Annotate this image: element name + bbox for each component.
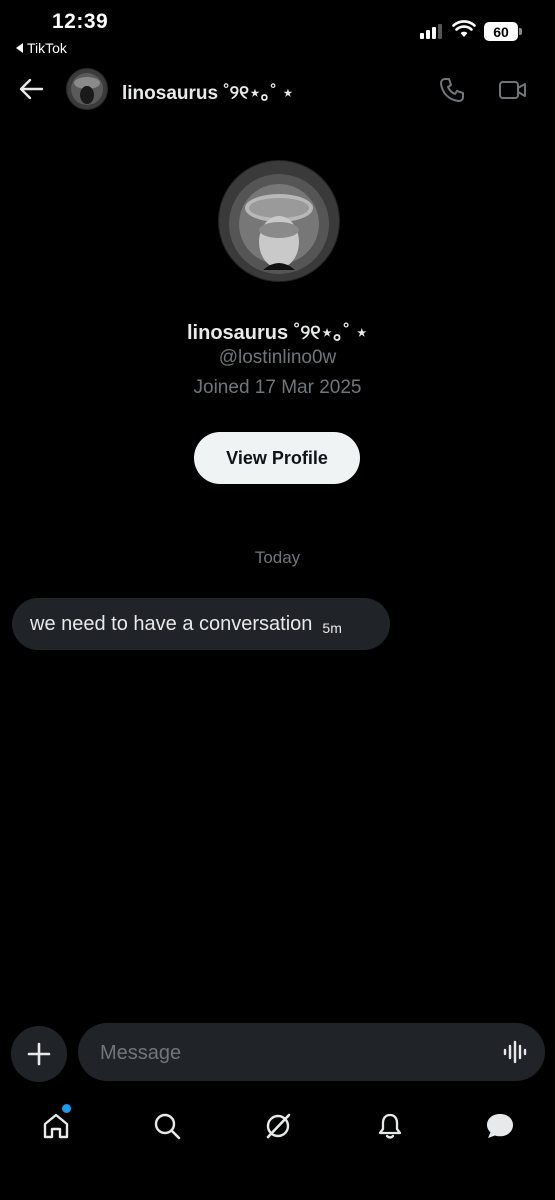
messages-icon [487, 1114, 513, 1138]
message-composer [78, 1023, 545, 1083]
battery-indicator: 60 [484, 22, 518, 41]
status-time: 12:39 [52, 10, 109, 33]
nav-grok-tab[interactable] [258, 1106, 298, 1146]
wifi-icon [452, 20, 476, 43]
view-profile-button[interactable]: View Profile [194, 432, 360, 484]
grok-icon [266, 1113, 291, 1139]
battery-level: 60 [493, 23, 509, 40]
header-username[interactable]: linosaurus ˚୨୧⋆｡˚ ⋆ [122, 78, 294, 105]
profile-handle: @lostinlino0w [218, 347, 337, 368]
message-timestamp: 5m [322, 620, 342, 636]
nav-messages-tab[interactable] [480, 1106, 520, 1146]
date-separator: Today [254, 548, 301, 567]
nav-search-tab[interactable] [147, 1106, 187, 1146]
notifications-icon [378, 1113, 402, 1139]
search-icon [154, 1113, 181, 1140]
profile-joined-date: Joined 17 Mar 2025 [193, 377, 362, 398]
cellular-signal-icon [420, 24, 442, 39]
profile-avatar[interactable] [218, 160, 340, 282]
add-attachment-button[interactable] [11, 1026, 67, 1082]
message-input[interactable] [98, 1023, 482, 1083]
message-text: we need to have a conversation [30, 612, 313, 635]
battery-cap [519, 28, 522, 35]
home-icon [43, 1113, 69, 1139]
video-icon[interactable] [498, 78, 528, 107]
phone-icon[interactable] [438, 76, 466, 109]
message-bubble[interactable]: we need to have a conversation 5m [12, 598, 390, 650]
profile-display-name: linosaurus ˚୨୧⋆｡˚ ⋆ [187, 322, 368, 344]
plus-icon [27, 1042, 51, 1066]
back-app-label: TikTok [27, 40, 67, 56]
home-notification-dot [61, 1103, 72, 1114]
back-arrow-icon[interactable] [18, 76, 44, 107]
header-avatar[interactable] [66, 68, 108, 110]
voice-message-icon[interactable] [502, 1040, 528, 1069]
nav-notifications-tab[interactable] [370, 1106, 410, 1146]
back-to-app-link[interactable]: TikTok [16, 40, 67, 56]
back-triangle-icon [16, 43, 23, 53]
